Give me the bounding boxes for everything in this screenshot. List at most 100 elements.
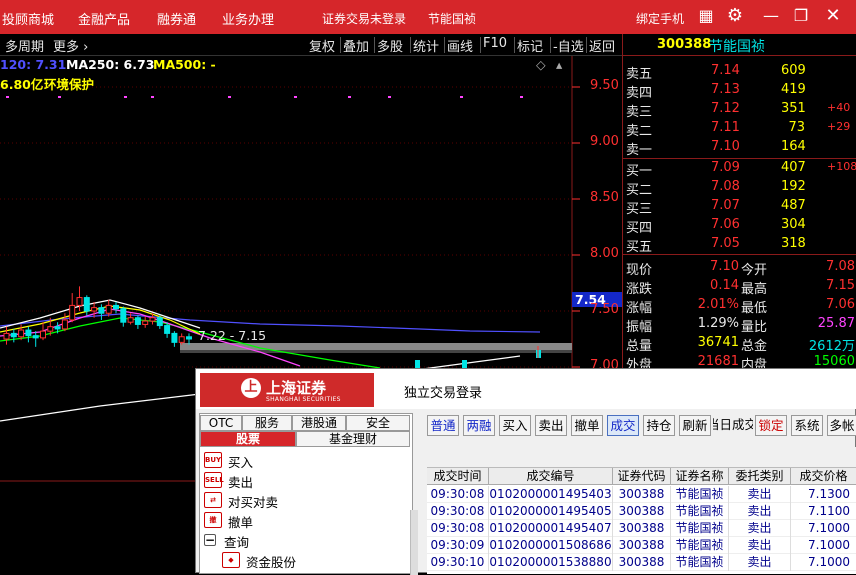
stat-value: 2.01% bbox=[697, 297, 739, 312]
toolbar-button[interactable]: 多股 bbox=[377, 36, 403, 55]
order-book-row[interactable]: 买五 7.05 318 bbox=[623, 235, 856, 255]
order-book-row[interactable]: 买四 7.06 304 bbox=[623, 216, 856, 236]
trade-button[interactable]: 撤单 bbox=[571, 415, 603, 436]
collapse-icon[interactable]: ▴ bbox=[556, 57, 562, 72]
tab-top[interactable]: OTC bbox=[200, 415, 242, 431]
toolbar-button[interactable]: 标记 bbox=[517, 36, 543, 55]
stat-label: 总金 bbox=[741, 339, 768, 354]
order-book-row[interactable]: 卖三 7.12 351 +40 bbox=[623, 100, 856, 120]
range-label: 7.22 - 7.15 bbox=[198, 328, 267, 343]
trade-button[interactable]: 持仓 bbox=[643, 415, 675, 436]
table-row[interactable]: 09:30:08 0102000001495407 300388 节能国祯 卖出 7.10… bbox=[427, 520, 856, 537]
restore-icon[interactable]: ❐ bbox=[792, 7, 810, 25]
column-header[interactable]: 成交价格 bbox=[791, 468, 856, 485]
close-icon[interactable]: ✕ bbox=[824, 7, 842, 25]
ma500-label: MA500: - bbox=[153, 57, 216, 72]
column-header[interactable]: 委托类别 bbox=[729, 468, 791, 485]
stat-label: 总量 bbox=[626, 339, 653, 354]
stat-row: 振幅 1.29% 量比 25.87 bbox=[623, 315, 856, 335]
order-book-row[interactable]: 卖二 7.11 73 +29 bbox=[623, 119, 856, 139]
level-price: 7.05 bbox=[711, 236, 740, 251]
nav-financial-products[interactable]: 金融产品 bbox=[78, 9, 130, 28]
order-book-row[interactable]: 卖五 7.14 609 bbox=[623, 62, 856, 82]
trade-button[interactable]: 买入 bbox=[499, 415, 531, 436]
stat-label: 量比 bbox=[741, 320, 768, 335]
tab-stocks[interactable]: 股票 bbox=[200, 431, 296, 447]
table-cell: 09:30:10 bbox=[427, 554, 489, 571]
stat-label: 最高 bbox=[741, 282, 768, 297]
diamond-icon[interactable]: ◇ bbox=[536, 57, 546, 72]
grid-icon[interactable]: ▦ bbox=[697, 7, 715, 25]
gear-icon[interactable]: ⚙ bbox=[726, 7, 744, 25]
toolbar-button[interactable]: -自选 bbox=[553, 36, 584, 55]
tab-top[interactable]: 安全 bbox=[346, 415, 410, 431]
tab-top[interactable]: 港股通 bbox=[292, 415, 346, 431]
column-header[interactable]: 证券代码 bbox=[613, 468, 671, 485]
toolbar-button[interactable]: 返回 bbox=[589, 36, 615, 55]
current-stock-name: 节能国祯 bbox=[428, 12, 477, 26]
toolbar-divider bbox=[410, 37, 411, 53]
nav-margin[interactable]: 融券通 bbox=[157, 9, 196, 28]
event-marker bbox=[151, 96, 154, 98]
table-row[interactable]: 09:30:08 0102000001495403 300388 节能国祯 卖出 7.13… bbox=[427, 486, 856, 503]
trade-button[interactable]: 系统 bbox=[791, 415, 823, 436]
level-label: 买四 bbox=[626, 221, 653, 236]
level-label: 卖二 bbox=[626, 124, 653, 139]
candle-body bbox=[91, 307, 98, 312]
stat-value: 2612万 bbox=[808, 339, 855, 354]
trade-button[interactable]: 锁定 bbox=[755, 415, 787, 436]
trade-button[interactable]: 多帐 bbox=[827, 415, 856, 436]
trade-button[interactable]: 刷新 bbox=[679, 415, 711, 436]
candle-body bbox=[61, 319, 68, 330]
column-header[interactable]: 成交编号 bbox=[489, 468, 613, 485]
minimize-icon[interactable]: — bbox=[762, 7, 780, 25]
tab-funds[interactable]: 基金理财 bbox=[296, 431, 410, 447]
trade-record-table[interactable]: 成交时间 成交编号 证券代码 证券名称 委托类别 成交价格 09:30:08 01020000… bbox=[427, 468, 856, 574]
toolbar-button[interactable]: 统计 bbox=[413, 36, 439, 55]
table-cell: 09:30:08 bbox=[427, 520, 489, 537]
table-row[interactable]: 09:30:08 0102000001495405 300388 节能国祯 卖出 7.11… bbox=[427, 503, 856, 520]
order-book-row[interactable]: 买三 7.07 487 bbox=[623, 197, 856, 217]
trade-button[interactable]: 卖出 bbox=[535, 415, 567, 436]
nav-advisor-mall[interactable]: 投顾商城 bbox=[2, 9, 54, 28]
tree-item-label: 卖出 bbox=[228, 475, 254, 490]
table-cell: 0102000001538880 bbox=[489, 554, 613, 571]
table-cell: 节能国祯 bbox=[671, 503, 729, 520]
stat-value: 15060 bbox=[813, 354, 855, 369]
toolbar-button[interactable]: 画线 bbox=[447, 36, 473, 55]
stat-row: 现价 7.10 今开 7.08 bbox=[623, 258, 856, 278]
level-volume: 419 bbox=[781, 82, 806, 97]
more-button[interactable]: 更多 › bbox=[53, 36, 88, 55]
toolbar-button[interactable]: F10 bbox=[483, 36, 507, 51]
login-status[interactable]: 证券交易未登录 bbox=[322, 10, 406, 27]
table-cell: 7.1000 bbox=[791, 520, 856, 537]
table-cell: 卖出 bbox=[729, 554, 791, 571]
trade-button[interactable]: 成交 bbox=[607, 415, 639, 436]
order-book-row[interactable]: 买一 7.09 407 +108 bbox=[623, 159, 856, 179]
tab-top[interactable]: 服务 bbox=[242, 415, 292, 431]
toolbar-divider bbox=[514, 37, 515, 53]
level-price: 7.10 bbox=[711, 139, 740, 154]
toolbar-divider bbox=[340, 37, 341, 53]
table-row[interactable]: 09:30:09 0102000001508686 300388 节能国祯 卖出 7.10… bbox=[427, 537, 856, 554]
level-price: 7.11 bbox=[711, 120, 740, 135]
toolbar-button[interactable]: 叠加 bbox=[343, 36, 369, 55]
stat-label: 涨幅 bbox=[626, 301, 653, 316]
multi-period-button[interactable]: 多周期 bbox=[5, 36, 44, 55]
table-cell: 300388 bbox=[613, 503, 671, 520]
table-cell: 300388 bbox=[613, 486, 671, 503]
trade-button[interactable]: 普通 bbox=[427, 415, 459, 436]
table-row[interactable]: 09:30:10 0102000001538880 300388 节能国祯 卖出 7.10… bbox=[427, 554, 856, 571]
toolbar-button[interactable]: 复权 bbox=[309, 36, 335, 55]
order-book-row[interactable]: 买二 7.08 192 bbox=[623, 178, 856, 198]
column-header[interactable]: 成交时间 bbox=[427, 468, 489, 485]
bind-phone-link[interactable]: 绑定手机 bbox=[636, 10, 684, 27]
nav-business[interactable]: 业务办理 bbox=[222, 9, 274, 28]
trade-button[interactable]: 两融 bbox=[463, 415, 495, 436]
order-book-row[interactable]: 卖一 7.10 164 bbox=[623, 138, 856, 158]
trade-button[interactable]: 当日成交 bbox=[713, 415, 753, 436]
order-book-row[interactable]: 卖四 7.13 419 bbox=[623, 81, 856, 101]
column-header[interactable]: 证券名称 bbox=[671, 468, 729, 485]
table-cell: 7.1000 bbox=[791, 537, 856, 554]
tree-scrollbar[interactable] bbox=[410, 510, 418, 575]
